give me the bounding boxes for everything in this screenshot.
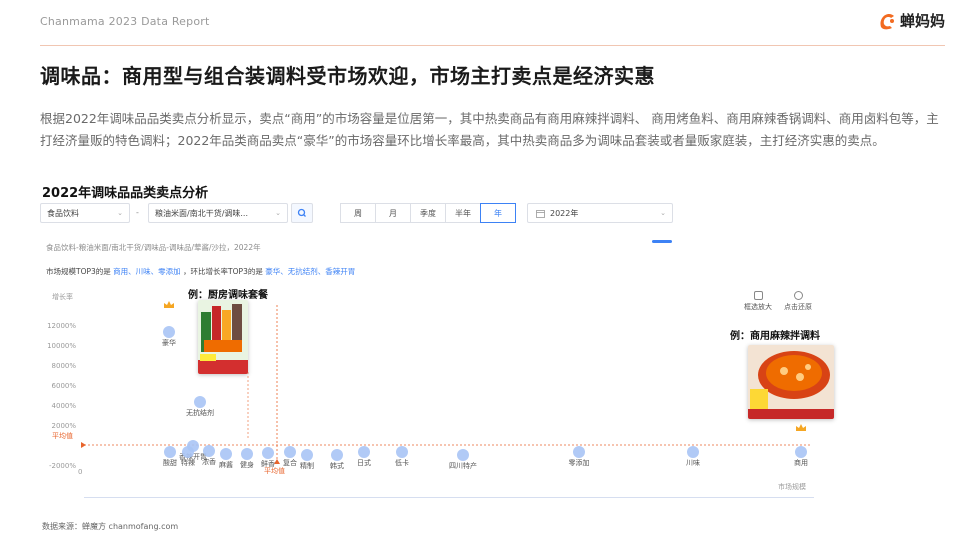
point-label: 麻酱 bbox=[219, 460, 233, 469]
point-label: 无抗结剂 bbox=[186, 408, 214, 417]
scatter-point[interactable] bbox=[163, 326, 175, 338]
callout-left-title: 例：厨房调味套餐 bbox=[188, 290, 268, 301]
point-label: 精制 bbox=[300, 461, 314, 470]
point-label: 鲜香 bbox=[261, 459, 275, 468]
scatter-point[interactable] bbox=[457, 449, 469, 461]
crown-icon bbox=[796, 424, 806, 431]
point-label: 豪华 bbox=[162, 338, 176, 347]
point-label: 浓香 bbox=[202, 457, 216, 466]
point-label: 特辣 bbox=[181, 458, 195, 467]
scatter-point[interactable] bbox=[220, 448, 232, 460]
point-label: 四川特产 bbox=[449, 461, 477, 470]
point-label: 低卡 bbox=[395, 458, 409, 467]
scatter-point[interactable] bbox=[164, 446, 176, 458]
point-label: 韩式 bbox=[330, 461, 344, 470]
scatter-point[interactable] bbox=[331, 449, 343, 461]
point-label: 日式 bbox=[357, 458, 371, 467]
scatter-point[interactable] bbox=[573, 446, 585, 458]
scatter-plot: 豪华无抗结剂香辣开胃酸甜 特辣 浓香 麻酱 健身 鲜香 复合 精制 韩式 日式 低卡 四川特产 零添加川… bbox=[81, 301, 810, 470]
callout-right-title: 例：商用麻辣拌调料 bbox=[730, 331, 820, 342]
point-label: 零添加 bbox=[569, 458, 590, 467]
period-option[interactable]: 年 bbox=[480, 203, 516, 223]
scatter-point[interactable] bbox=[262, 447, 274, 459]
point-label: 商用 bbox=[794, 458, 808, 467]
scatter-point[interactable] bbox=[687, 446, 699, 458]
chart-bottom-rule bbox=[84, 497, 814, 498]
scatter-point[interactable] bbox=[301, 449, 313, 461]
point-label: 复合 bbox=[283, 458, 297, 467]
scatter-point[interactable] bbox=[358, 446, 370, 458]
scatter-point[interactable] bbox=[194, 396, 206, 408]
scatter-point[interactable] bbox=[795, 446, 807, 458]
scatter-point[interactable] bbox=[241, 448, 253, 460]
scatter-point[interactable] bbox=[396, 446, 408, 458]
scatter-point[interactable] bbox=[284, 446, 296, 458]
point-label: 健身 bbox=[240, 460, 254, 469]
scatter-point[interactable] bbox=[203, 445, 215, 457]
product-image-spicy-sauce bbox=[748, 345, 834, 419]
scatter-point[interactable] bbox=[182, 446, 194, 458]
point-label: 酸甜 bbox=[163, 458, 177, 467]
point-label: 川味 bbox=[686, 458, 700, 467]
average-marker-left bbox=[81, 442, 86, 448]
crown-icon bbox=[164, 301, 174, 308]
data-source: 数据来源：蝉魔方 chanmofang.com bbox=[42, 522, 179, 531]
product-image-kitchen-set bbox=[198, 300, 248, 374]
